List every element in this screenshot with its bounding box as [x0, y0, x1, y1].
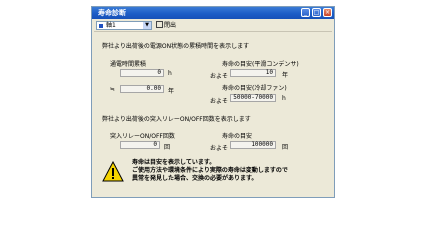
chevron-down-icon[interactable]: ▼	[143, 22, 151, 29]
fan-life-field: 50000-70000	[230, 94, 276, 102]
notice-text: 寿命は目安を表示しています。 ご使用方法や環境条件により実際の寿命は変動しますの…	[132, 159, 288, 183]
capacitor-life-label: 寿命の目安(平滑コンデンサ)	[222, 61, 299, 68]
notice-line-1: 寿命は目安を表示しています。	[132, 159, 216, 166]
relay-life-unit: 回	[282, 144, 289, 151]
relay-count-field: 0	[120, 141, 160, 149]
notice-line-2: ご使用方法や環境条件により実際の寿命は変動しますので	[132, 167, 288, 174]
warning-icon	[102, 161, 124, 182]
cumulative-time-label: 通電時間累積	[110, 61, 147, 68]
cumulative-years-unit: 年	[168, 88, 175, 95]
toolbar: 軸1 ▼ 閉出	[94, 21, 332, 32]
cumulative-time-field: 0	[120, 69, 164, 77]
section2-heading: 弊社より出荷後の突入リレーON/OFF回数を表示します	[102, 116, 251, 123]
maximize-button[interactable]: □	[312, 8, 321, 17]
window-title: 寿命診断	[98, 9, 126, 17]
fan-about-label: およそ	[210, 98, 229, 105]
life-diagnosis-window: 寿命診断 _ □ × 軸1 ▼ 閉出 弊社より出荷後の電源ON状態の累積時間を表…	[91, 6, 335, 198]
relay-life-label: 寿命の目安	[222, 133, 253, 140]
capacitor-life-unit: 年	[282, 72, 289, 79]
relay-count-unit: 回	[164, 144, 171, 151]
close-window-button[interactable]: ×	[323, 8, 332, 17]
approx-symbol: ≒	[110, 86, 116, 93]
axis-select[interactable]: 軸1 ▼	[96, 21, 152, 30]
axis-select-value: 軸1	[106, 22, 116, 29]
minimize-button[interactable]: _	[301, 8, 310, 17]
section1-heading: 弊社より出荷後の電源ON状態の累積時間を表示します	[102, 43, 250, 50]
relay-count-label: 突入リレーON/OFF回数	[110, 133, 175, 140]
fan-life-unit: h	[282, 95, 286, 102]
capacitor-life-field: 10	[230, 69, 276, 77]
capacitor-about-label: およそ	[210, 73, 229, 80]
title-bar: 寿命診断 _ □ ×	[92, 7, 334, 19]
fan-life-label: 寿命の目安(冷却ファン)	[222, 85, 287, 92]
notice-line-3: 異常を発見した場合、交換の必要があります。	[132, 175, 258, 182]
relay-about-label: およそ	[210, 145, 229, 152]
relay-life-field: 100000	[230, 141, 276, 149]
close-button-label: 閉出	[164, 22, 177, 29]
axis-icon	[99, 24, 103, 28]
cumulative-years-field: 0.00	[120, 85, 164, 93]
close-button[interactable]: 閉出	[156, 21, 176, 30]
cumulative-time-unit: h	[168, 70, 172, 77]
close-icon	[156, 21, 163, 28]
